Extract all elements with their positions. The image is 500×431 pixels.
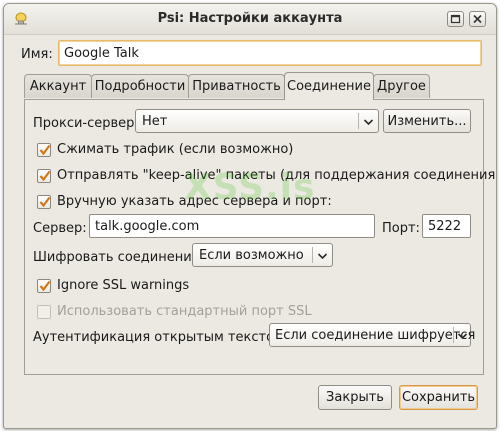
tab-privacy[interactable]: Приватность: [188, 74, 285, 98]
title-bar[interactable]: Psi: Настройки аккаунта: [4, 4, 496, 35]
checkmark-icon: [39, 196, 51, 208]
checkmark-icon: [39, 280, 51, 292]
checkmark-icon: [39, 170, 51, 182]
name-input[interactable]: Google Talk: [58, 40, 482, 66]
tab-connection[interactable]: Соединение: [284, 72, 374, 100]
maximize-icon: [450, 14, 461, 24]
plain-auth-select[interactable]: Если соединение шифруется: [269, 323, 475, 347]
maximize-button[interactable]: [447, 11, 464, 27]
tab-account[interactable]: Аккаунт: [24, 74, 92, 98]
encrypt-select[interactable]: Если возможно: [192, 243, 333, 267]
ignore-ssl-label[interactable]: Ignore SSL warnings: [57, 278, 189, 293]
chevron-down-icon: [457, 330, 468, 345]
name-label: Имя:: [21, 47, 53, 62]
window-title: Psi: Настройки аккаунта: [157, 11, 343, 26]
proxy-select[interactable]: Нет: [135, 109, 379, 133]
manual-host-label[interactable]: Вручную указать адрес сервера и порт:: [57, 194, 332, 209]
chevron-down-icon: [363, 116, 374, 131]
ignore-ssl-checkbox[interactable]: [37, 279, 51, 293]
keepalive-checkbox[interactable]: [37, 169, 51, 183]
compress-label[interactable]: Сжимать трафик (если возможно): [57, 142, 293, 157]
compress-checkbox[interactable]: [37, 143, 51, 157]
close-dialog-button[interactable]: Закрыть: [318, 385, 392, 410]
keepalive-label[interactable]: Отправлять "keep-alive" пакеты (для подд…: [57, 168, 496, 183]
server-label: Сервер:: [33, 221, 87, 236]
save-button[interactable]: Сохранить: [399, 385, 478, 410]
proxy-edit-button[interactable]: Изменить...: [383, 109, 471, 133]
encrypt-select-value: Если возможно: [199, 247, 304, 263]
legacy-ssl-checkbox: [37, 305, 51, 319]
encrypt-label: Шифровать соединение:: [33, 250, 205, 265]
close-button[interactable]: [469, 11, 486, 27]
account-settings-window: Psi: Настройки аккаунта Имя: Google Talk…: [3, 3, 497, 429]
server-input[interactable]: talk.google.com: [89, 214, 375, 238]
port-input[interactable]: 5222: [422, 214, 471, 238]
plain-auth-label: Аутентификация открытым текстом:: [33, 330, 289, 345]
manual-host-checkbox[interactable]: [37, 195, 51, 209]
close-icon: [473, 14, 482, 24]
tab-details[interactable]: Подробности: [91, 74, 189, 98]
checkmark-icon: [39, 144, 51, 156]
proxy-label: Прокси-сервер:: [33, 116, 139, 131]
port-label: Порт:: [382, 221, 420, 236]
connection-panel: Прокси-сервер: Нет Изменить... Сжимать т…: [24, 99, 496, 375]
tab-other[interactable]: Другое: [373, 74, 430, 98]
plain-auth-select-value: Если соединение шифруется: [275, 327, 476, 343]
proxy-select-value: Нет: [142, 113, 168, 129]
chevron-down-icon: [317, 250, 328, 265]
legacy-ssl-label: Использовать стандартный порт SSL: [57, 304, 312, 319]
